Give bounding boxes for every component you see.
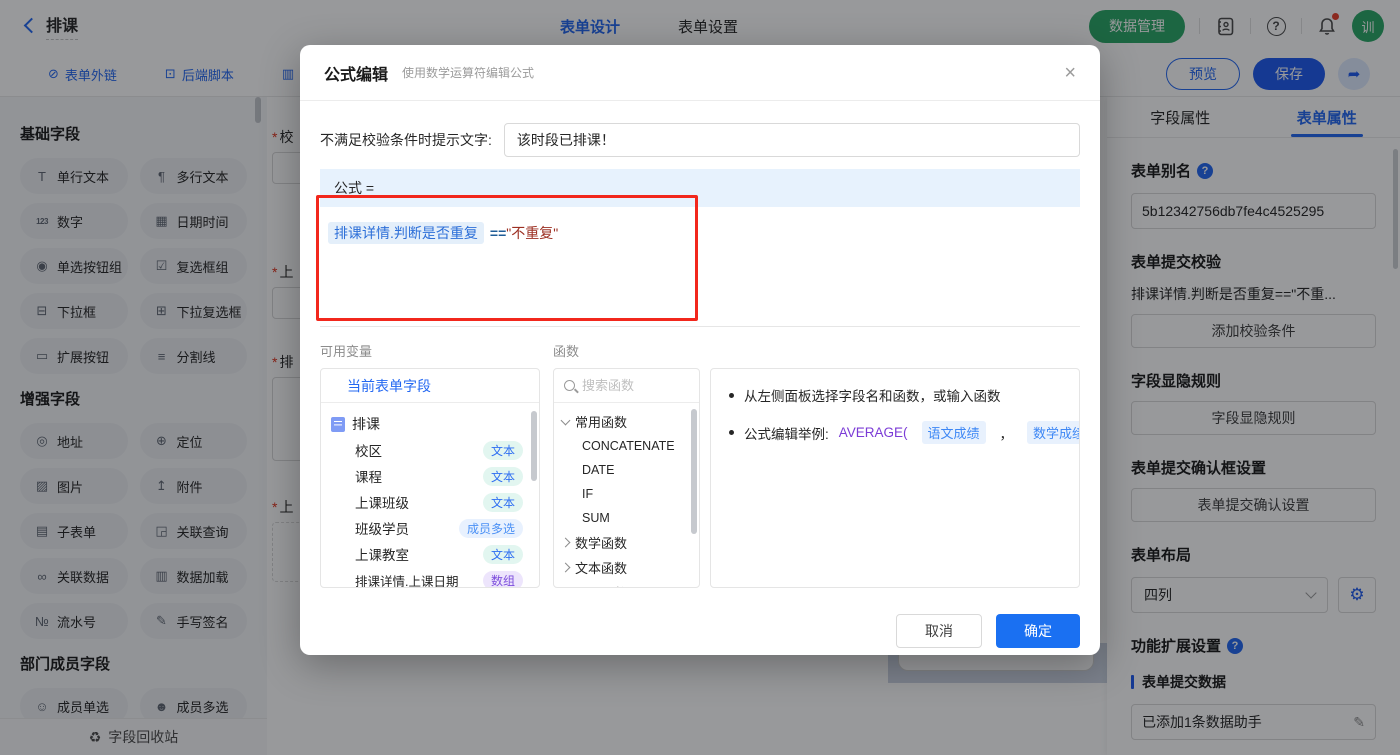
function-item-if[interactable]: IF <box>562 482 691 506</box>
example-chip: 语文成绩 <box>921 421 986 444</box>
cancel-button[interactable]: 取消 <box>896 614 982 648</box>
tips-panel: 从左侧面板选择字段名和函数，或输入函数 公式编辑举例: AVERAGE(语文成绩… <box>710 368 1080 588</box>
formula-editor-area[interactable]: 排课详情.判断是否重复 =="不重复" <box>320 207 1080 327</box>
alert-text-input[interactable] <box>503 123 1080 157</box>
formula-field-chip[interactable]: 排课详情.判断是否重复 <box>328 222 484 244</box>
form-doc-icon <box>331 416 345 432</box>
type-badge: 文本 <box>482 466 523 486</box>
variable-item[interactable]: 排课详情.上课日期 数组 <box>331 567 529 587</box>
function-group-common[interactable]: 常用函数 <box>560 409 691 434</box>
tree-root-label: 排课 <box>352 416 380 432</box>
type-badge: 文本 <box>482 440 523 460</box>
function-search-row <box>554 369 699 403</box>
alert-text-row: 不满足校验条件时提示文字: <box>320 123 1080 157</box>
dialog-header: 公式编辑 使用数学运算符编辑公式 × <box>300 45 1100 101</box>
panel-labels-row: 可用变量 函数 <box>320 341 1080 360</box>
example-chip: 数学成绩 <box>1027 421 1079 444</box>
bullet-dot <box>729 392 734 398</box>
dialog-subtitle: 使用数学运算符编辑公式 <box>402 66 535 80</box>
formula-header-bar: 公式 = <box>320 169 1080 207</box>
variable-item[interactable]: 上课教室 文本 <box>331 541 529 567</box>
dialog-title: 公式编辑 <box>324 66 389 84</box>
tips-content: 从左侧面板选择字段名和函数，或输入函数 公式编辑举例: AVERAGE(语文成绩… <box>711 369 1079 476</box>
type-badge: 成员多选 <box>458 518 523 538</box>
type-badge: 数组 <box>482 570 523 587</box>
bullet-dot <box>729 430 734 435</box>
function-search-input[interactable] <box>582 378 682 393</box>
alert-text-label: 不满足校验条件时提示文字: <box>320 132 492 148</box>
type-badge: 文本 <box>482 492 523 512</box>
chevron-right-icon <box>560 537 571 548</box>
function-group-math[interactable]: 数学函数 <box>560 530 691 555</box>
formula-operator: == <box>489 225 507 241</box>
formula-edit-dialog: 公式编辑 使用数学运算符编辑公式 × 不满足校验条件时提示文字: 公式 = 排课… <box>300 45 1100 655</box>
variables-panel: 当前表单字段 排课 校区 文本 课程 文本 上课班级 文本 班级学员 成员多选 上课教室… <box>320 368 540 588</box>
example-function-open: AVERAGE( <box>838 425 908 440</box>
tip-line-1: 从左侧面板选择字段名和函数，或输入函数 <box>729 385 1061 405</box>
tip-line-2: 公式编辑举例: AVERAGE(语文成绩，数学成绩) <box>729 421 1079 444</box>
function-group-text[interactable]: 文本函数 <box>560 555 691 580</box>
functions-scrollbar[interactable] <box>691 409 697 534</box>
functions-tree: 常用函数 CONCATENATE DATE IF SUM 数学函数 文本函数 日… <box>554 403 699 587</box>
dialog-body: 不满足校验条件时提示文字: 公式 = 排课详情.判断是否重复 =="不重复" 可用… <box>300 123 1100 677</box>
variables-tree: 排课 校区 文本 课程 文本 上课班级 文本 班级学员 成员多选 上课教室 文本 排课详情… <box>321 403 539 587</box>
variables-label: 可用变量 <box>320 344 373 359</box>
function-item-sum[interactable]: SUM <box>562 506 691 530</box>
chevron-right-icon <box>560 562 571 573</box>
panels-row: 当前表单字段 排课 校区 文本 课程 文本 上课班级 文本 班级学员 成员多选 上课教室… <box>320 368 1080 588</box>
tree-root-form[interactable]: 排课 <box>331 411 529 437</box>
variable-item[interactable]: 上课班级 文本 <box>331 489 529 515</box>
functions-label: 函数 <box>553 344 580 359</box>
chevron-down-icon <box>560 415 571 425</box>
formula-value: "不重复" <box>506 225 559 241</box>
function-group-date[interactable]: 日期函数 <box>562 580 691 587</box>
dialog-footer: 取消 确定 <box>320 614 1080 648</box>
confirm-button[interactable]: 确定 <box>996 614 1080 648</box>
tab-current-form-fields[interactable]: 当前表单字段 <box>321 369 539 403</box>
function-item-concatenate[interactable]: CONCATENATE <box>562 434 691 458</box>
close-icon[interactable]: × <box>1064 63 1076 83</box>
functions-panel: 常用函数 CONCATENATE DATE IF SUM 数学函数 文本函数 日… <box>553 368 700 588</box>
function-item-date[interactable]: DATE <box>562 458 691 482</box>
variable-item[interactable]: 课程 文本 <box>331 463 529 489</box>
variable-item[interactable]: 班级学员 成员多选 <box>331 515 529 541</box>
variable-item[interactable]: 校区 文本 <box>331 437 529 463</box>
variables-scrollbar[interactable] <box>531 411 537 481</box>
type-badge: 文本 <box>482 544 523 564</box>
search-icon <box>564 380 575 391</box>
